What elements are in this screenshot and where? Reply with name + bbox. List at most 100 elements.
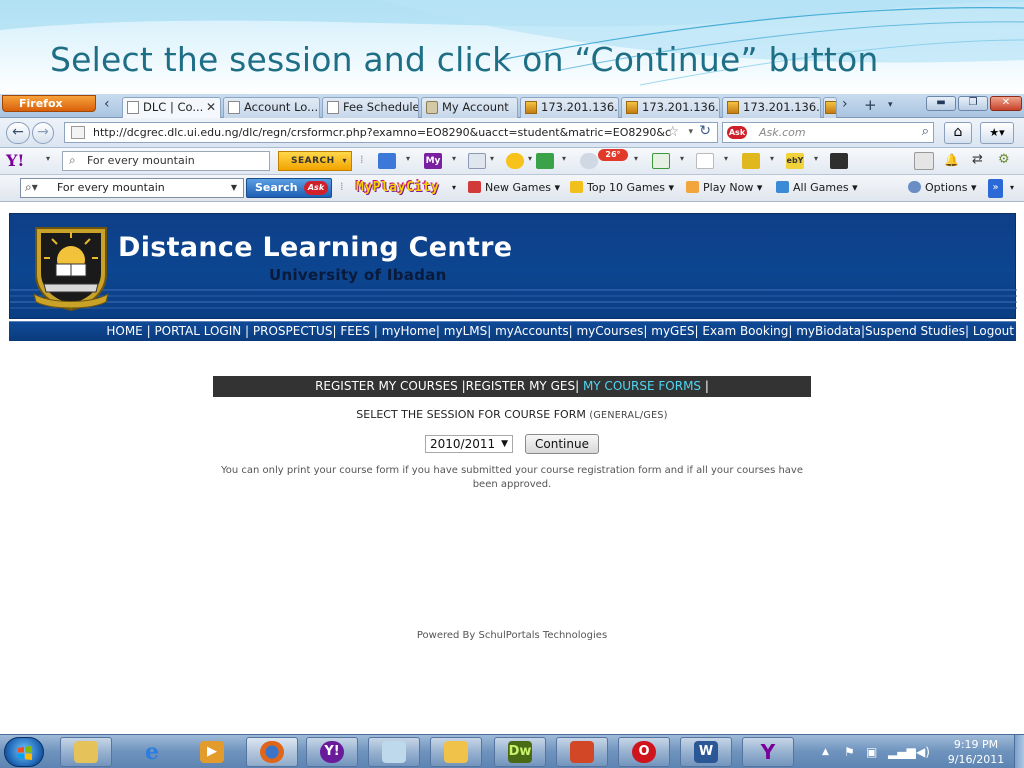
nav-myhome[interactable]: myHome — [382, 324, 436, 338]
chevron-down-icon[interactable]: ▾ — [452, 183, 456, 192]
taskbar-dreamweaver[interactable]: Dw — [494, 737, 546, 767]
taskbar-internet-explorer[interactable]: e — [126, 737, 178, 767]
home-button[interactable]: ⌂ — [944, 122, 972, 144]
tab-list-icon[interactable]: ▾ — [888, 100, 893, 110]
chevron-down-icon[interactable]: ▾ — [634, 154, 638, 163]
reload-icon[interactable]: ↻ — [699, 123, 711, 141]
clock-time[interactable]: 9:19 PM — [946, 738, 1006, 751]
tab-account-login[interactable]: Account Lo... — [223, 97, 320, 118]
chevron-down-icon[interactable]: ▾ — [490, 154, 494, 163]
chevron-down-icon[interactable]: ▾ — [452, 154, 456, 163]
chevron-down-icon[interactable]: ▾ — [724, 154, 728, 163]
flickr-icon[interactable] — [696, 153, 714, 169]
news-icon[interactable] — [468, 153, 486, 169]
chevron-down-icon[interactable]: ▾ — [342, 152, 347, 170]
nav-mybiodata[interactable]: myBiodata — [796, 324, 861, 338]
chevron-down-icon[interactable]: ▾ — [406, 154, 410, 163]
nav-mylms[interactable]: myLMS — [444, 324, 487, 338]
games-icon[interactable] — [536, 153, 554, 169]
taskbar-yahoo[interactable]: Y — [742, 737, 794, 767]
taskbar-yahoo-messenger[interactable]: Y! — [306, 737, 358, 767]
tab-overflow[interactable] — [823, 97, 837, 118]
taskbar-media-player[interactable]: ▶ — [186, 737, 238, 767]
tab-scroll-left-icon[interactable]: ‹ — [104, 96, 110, 112]
tab-ip-2[interactable]: 173.201.136.... — [621, 97, 720, 118]
network-signal-icon[interactable]: ▂▄▆ — [888, 745, 916, 759]
firefox-menu-button[interactable]: Firefox — [2, 95, 96, 112]
show-desktop-button[interactable] — [1014, 735, 1024, 768]
messenger-icon[interactable] — [506, 153, 524, 169]
tab-close-icon[interactable]: ✕ — [206, 98, 216, 117]
register-ges-link[interactable]: REGISTER MY GES — [466, 379, 575, 393]
yahoo-search-input[interactable]: ⌕ For every mountain — [62, 151, 270, 171]
taskbar-notepad[interactable] — [368, 737, 420, 767]
answers-icon[interactable] — [742, 153, 760, 169]
restore-button[interactable]: ❐ — [958, 96, 988, 111]
my-yahoo-icon[interactable]: My — [424, 153, 442, 169]
nav-portal-login[interactable]: PORTAL LOGIN — [154, 324, 241, 338]
amazon-icon[interactable] — [830, 153, 848, 169]
minimize-button[interactable]: ▬ — [926, 96, 956, 111]
bookmark-star-icon[interactable]: ☆ — [666, 123, 679, 142]
taskbar-powerpoint[interactable] — [556, 737, 608, 767]
yahoo-search-button[interactable]: SEARCH ▾ — [278, 151, 352, 171]
ask-toolbar-search-input[interactable]: ⌕▾ For every mountain ▼ — [20, 178, 244, 198]
safely-remove-icon[interactable]: ▣ — [866, 745, 877, 759]
ask-search-input[interactable]: Ask Ask.com ⌕ — [722, 122, 934, 143]
all-games-link[interactable]: All Games ▾ — [776, 181, 858, 194]
nav-logout[interactable]: Logout — [973, 324, 1014, 338]
my-course-forms-link[interactable]: MY COURSE FORMS — [583, 379, 701, 393]
nav-myges[interactable]: myGES — [651, 324, 694, 338]
taskbar-word[interactable]: W — [680, 737, 732, 767]
url-history-dropdown-icon[interactable]: ▾ — [688, 123, 693, 142]
start-button[interactable] — [4, 737, 44, 767]
nav-suspend-studies[interactable]: Suspend Studies — [865, 324, 965, 338]
myplaycity-logo[interactable]: MyPlayCity — [356, 180, 439, 195]
play-now-link[interactable]: Play Now ▾ — [686, 181, 762, 194]
new-tab-icon[interactable]: + — [864, 96, 877, 114]
nav-exam-booking[interactable]: Exam Booking — [702, 324, 788, 338]
top-10-games-link[interactable]: Top 10 Games ▾ — [570, 181, 674, 194]
tab-dlc[interactable]: DLC | Co... ✕ — [122, 97, 221, 118]
tab-scroll-right-icon[interactable]: › — [842, 96, 848, 112]
nav-prospectus[interactable]: PROSPECTUS — [253, 324, 333, 338]
url-bar[interactable]: http://dcgrec.dlc.ui.edu.ng/dlc/regn/crs… — [64, 122, 718, 143]
nav-fees[interactable]: FEES — [340, 324, 370, 338]
gear-icon[interactable]: ⚙ — [998, 152, 1010, 167]
back-button[interactable]: ← — [6, 122, 30, 144]
yahoo-menu-dropdown-icon[interactable]: ▾ — [46, 154, 50, 163]
chevron-down-icon[interactable]: ▾ — [814, 154, 818, 163]
list-icon[interactable] — [914, 152, 934, 170]
chevron-down-icon[interactable]: ▾ — [528, 154, 532, 163]
taskbar-firefox[interactable] — [246, 737, 298, 767]
weather-icon[interactable] — [580, 153, 598, 169]
show-hidden-icons-icon[interactable]: ▲ — [822, 747, 829, 757]
radio-icon[interactable] — [652, 153, 670, 169]
bookmarks-menu-button[interactable]: ★▾ — [980, 122, 1014, 144]
nav-home[interactable]: HOME — [106, 324, 142, 338]
clock-date[interactable]: 9/16/2011 — [946, 753, 1006, 766]
taskbar-opera[interactable]: O — [618, 737, 670, 767]
register-courses-link[interactable]: REGISTER MY COURSES — [315, 379, 458, 393]
yahoo-logo[interactable]: Y! — [6, 151, 24, 170]
toolbar-more-button[interactable]: » — [988, 179, 1003, 198]
taskbar-outlook[interactable] — [430, 737, 482, 767]
nav-mycourses[interactable]: myCourses — [576, 324, 643, 338]
ask-toolbar-search-button[interactable]: Search Ask — [246, 178, 332, 198]
chevron-down-icon[interactable]: ▼ — [231, 179, 237, 197]
action-center-flag-icon[interactable]: ⚑ — [844, 745, 855, 759]
chevron-down-icon[interactable]: ▾ — [680, 154, 684, 163]
chevron-down-icon[interactable]: ▾ — [770, 154, 774, 163]
swap-icon[interactable]: ⇄ — [972, 152, 983, 167]
tab-ip-3[interactable]: 173.201.136.... — [722, 97, 821, 118]
search-icon[interactable]: ⌕ — [922, 122, 929, 141]
tab-my-account[interactable]: My Account — [421, 97, 518, 118]
chevron-down-icon[interactable]: ▾ — [1010, 183, 1014, 192]
mail-icon[interactable] — [378, 153, 396, 169]
close-window-button[interactable]: ✕ — [990, 96, 1022, 111]
taskbar-explorer[interactable] — [60, 737, 112, 767]
ebay-icon[interactable]: ebY — [786, 153, 804, 169]
continue-button[interactable]: Continue — [525, 434, 599, 454]
tab-ip-1[interactable]: 173.201.136.... — [520, 97, 619, 118]
chevron-down-icon[interactable]: ▾ — [562, 154, 566, 163]
